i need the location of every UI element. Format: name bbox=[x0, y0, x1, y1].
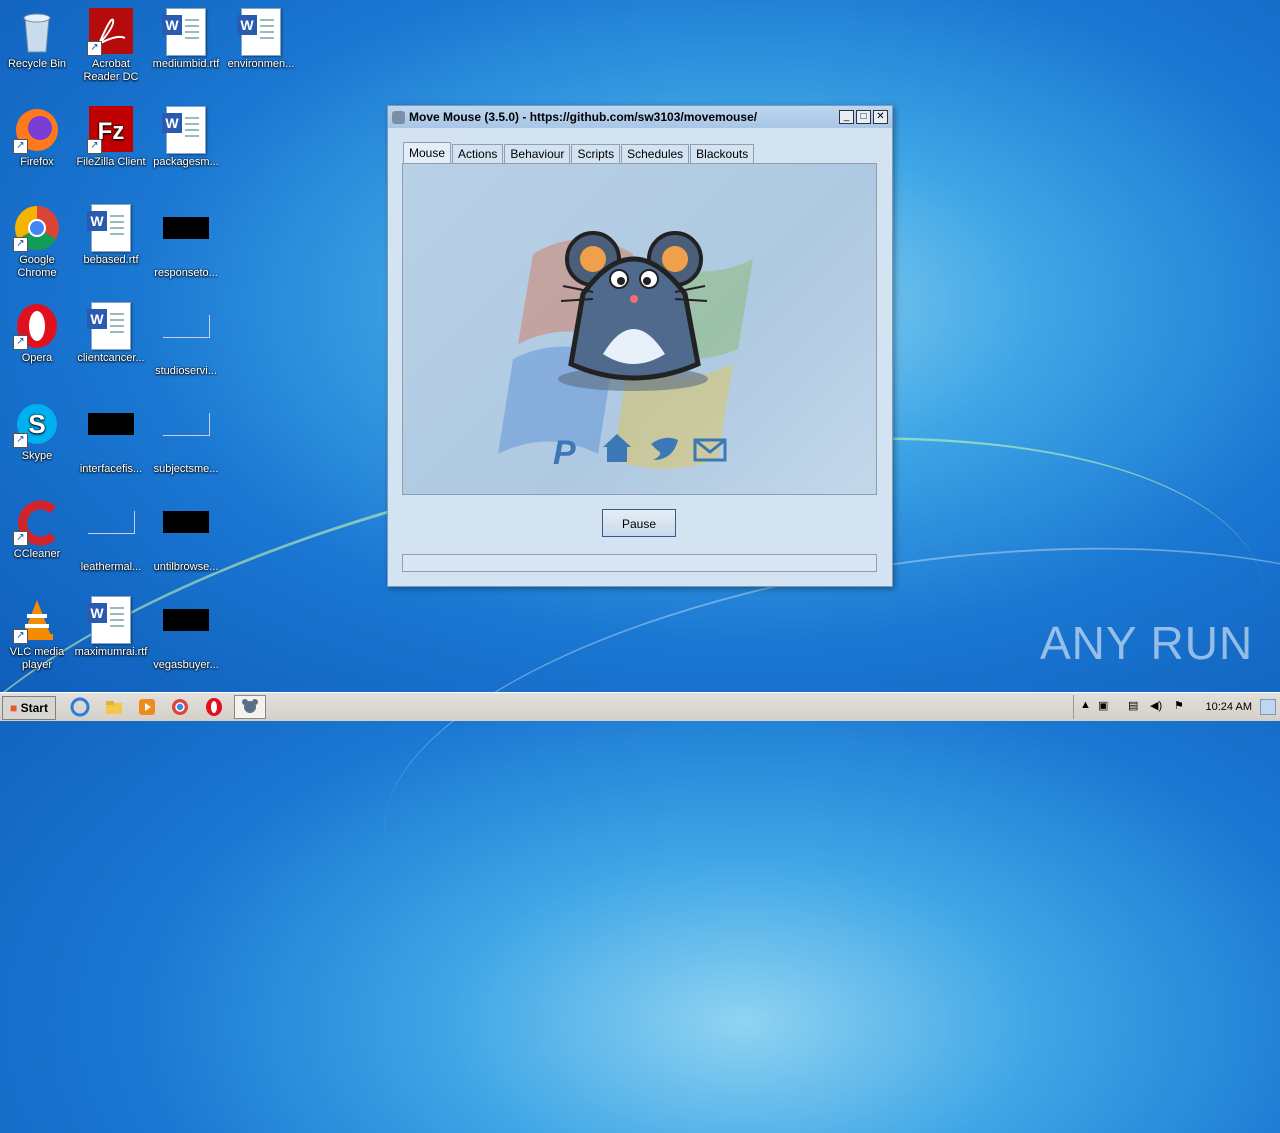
desktop-icon-maximumrai-rtf[interactable]: W maximumrai.rtf bbox=[74, 596, 148, 659]
move-mouse-icon bbox=[242, 699, 258, 713]
shortcut-arrow-icon: ↗ bbox=[13, 335, 28, 350]
chrome-icon: ↗ bbox=[13, 204, 61, 252]
skype-icon: S ↗ bbox=[13, 400, 61, 448]
desktop-icon-acrobat[interactable]: ↗ Acrobat Reader DC bbox=[74, 8, 148, 84]
desktop-icon-vegasbuyer[interactable]: vegasbuyer... bbox=[149, 596, 223, 672]
shortcut-arrow-icon: ↗ bbox=[13, 139, 28, 154]
word-document-icon: W bbox=[237, 8, 285, 56]
shortcut-arrow-icon: ↗ bbox=[13, 433, 28, 448]
desktop-icon-clientcancer[interactable]: W clientcancer... bbox=[74, 302, 148, 365]
shortcut-arrow-icon: ↗ bbox=[87, 139, 102, 154]
media-player-icon[interactable] bbox=[137, 697, 157, 717]
window-titlebar[interactable]: Move Mouse (3.5.0) - https://github.com/… bbox=[388, 106, 892, 128]
move-mouse-app-icon bbox=[392, 110, 405, 124]
anyrun-watermark: ANY RUN bbox=[1040, 617, 1254, 669]
firefox-icon: ↗ bbox=[13, 106, 61, 154]
tab-schedules[interactable]: Schedules bbox=[621, 144, 690, 165]
word-document-icon: W bbox=[87, 302, 135, 350]
file-icon bbox=[87, 511, 135, 559]
file-icon bbox=[162, 609, 210, 657]
desktop-icon-ccleaner[interactable]: ↗ CCleaner bbox=[0, 498, 74, 561]
desktop-icon-environmen[interactable]: W environmen... bbox=[224, 8, 298, 71]
system-tray: ▲ ▣ ▤ ◀) ⚑ 10:24 AM bbox=[1073, 695, 1280, 719]
file-icon bbox=[87, 413, 135, 461]
vlc-icon: ↗ bbox=[13, 596, 61, 644]
taskbar: ■ Start ▲ ▣ ▤ ◀) ⚑ 10:24 AM bbox=[0, 692, 1280, 721]
svg-text:S: S bbox=[28, 409, 45, 439]
desktop-icon-vlc[interactable]: ↗ VLC media player bbox=[0, 596, 74, 672]
word-document-icon: W bbox=[162, 106, 210, 154]
opera-taskbar-icon[interactable] bbox=[204, 697, 224, 717]
close-button[interactable]: ✕ bbox=[873, 110, 888, 124]
mouse-tab-panel: P bbox=[402, 163, 877, 495]
svg-text:P: P bbox=[553, 434, 576, 472]
start-button[interactable]: ■ Start bbox=[2, 696, 56, 720]
word-document-icon: W bbox=[87, 204, 135, 252]
shortcut-arrow-icon: ↗ bbox=[13, 531, 28, 546]
window-title: Move Mouse (3.5.0) - https://github.com/… bbox=[409, 110, 758, 124]
tab-blackouts[interactable]: Blackouts bbox=[690, 144, 755, 165]
file-icon bbox=[162, 511, 210, 559]
chrome-taskbar-icon[interactable] bbox=[170, 697, 190, 717]
opera-icon: ↗ bbox=[13, 302, 61, 350]
desktop-icon-skype[interactable]: S ↗ Skype bbox=[0, 400, 74, 463]
clock[interactable]: 10:24 AM bbox=[1206, 701, 1252, 713]
ccleaner-icon: ↗ bbox=[13, 498, 61, 546]
minimize-button[interactable]: _ bbox=[839, 110, 854, 124]
file-icon bbox=[162, 217, 210, 265]
desktop-icon-studioservi[interactable]: studioservi... bbox=[149, 302, 223, 378]
desktop-icon-packagesm[interactable]: W packagesm... bbox=[149, 106, 223, 169]
file-explorer-icon[interactable] bbox=[104, 697, 124, 717]
filezilla-icon: Fz ↗ bbox=[87, 106, 135, 154]
windows-logo-icon: ■ bbox=[10, 701, 18, 715]
recycle-bin-icon bbox=[13, 8, 61, 56]
desktop-icon-bebased-rtf[interactable]: W bebased.rtf bbox=[74, 204, 148, 267]
status-progress-bar bbox=[402, 554, 877, 572]
internet-explorer-icon[interactable] bbox=[70, 697, 90, 717]
word-document-icon: W bbox=[162, 8, 210, 56]
shortcut-arrow-icon: ↗ bbox=[87, 41, 102, 56]
mouse-character bbox=[558, 231, 708, 391]
move-mouse-taskbar-button[interactable] bbox=[234, 695, 266, 719]
file-icon bbox=[162, 315, 210, 363]
maximize-button[interactable]: □ bbox=[856, 110, 871, 124]
desktop-icon-responseto[interactable]: responseto... bbox=[149, 204, 223, 280]
show-desktop-button[interactable] bbox=[1260, 699, 1276, 715]
desktop-icon-subjectsme[interactable]: subjectsme... bbox=[149, 400, 223, 476]
file-icon bbox=[162, 413, 210, 461]
shortcut-arrow-icon: ↗ bbox=[13, 629, 28, 644]
word-document-icon: W bbox=[87, 596, 135, 644]
network-icon[interactable]: ▤ bbox=[1128, 699, 1138, 712]
desktop-icon-firefox[interactable]: ↗ Firefox bbox=[0, 106, 74, 169]
move-mouse-window: Move Mouse (3.5.0) - https://github.com/… bbox=[387, 105, 893, 587]
desktop-icon-opera[interactable]: ↗ Opera bbox=[0, 302, 74, 365]
desktop-icon-leathermal[interactable]: leathermal... bbox=[74, 498, 148, 574]
show-hidden-icons-icon[interactable]: ▲ bbox=[1080, 699, 1091, 711]
tab-actions[interactable]: Actions bbox=[452, 144, 504, 165]
acrobat-icon: ↗ bbox=[87, 8, 135, 56]
desktop-icon-interfacefis[interactable]: interfacefis... bbox=[74, 400, 148, 476]
desktop-icon-google-chrome[interactable]: ↗ Google Chrome bbox=[0, 204, 74, 280]
tab-behaviour[interactable]: Behaviour bbox=[504, 144, 571, 165]
pause-button[interactable]: Pause bbox=[602, 509, 676, 537]
volume-icon[interactable]: ◀) bbox=[1150, 699, 1162, 712]
desktop-icon-filezilla[interactable]: Fz ↗ FileZilla Client bbox=[74, 106, 148, 169]
shortcut-arrow-icon: ↗ bbox=[13, 237, 28, 252]
desktop-icon-mediumbid-rtf[interactable]: W mediumbid.rtf bbox=[149, 8, 223, 71]
tab-scripts[interactable]: Scripts bbox=[571, 144, 621, 165]
desktop-icon-recycle-bin[interactable]: Recycle Bin bbox=[0, 8, 74, 71]
desktop-icon-untilbrowse[interactable]: untilbrowse... bbox=[149, 498, 223, 574]
action-center-flag-icon[interactable]: ⚑ bbox=[1174, 699, 1184, 712]
mouse-mascot-illustration: P bbox=[498, 231, 753, 472]
move-mouse-tray-icon[interactable]: ▣ bbox=[1098, 699, 1108, 712]
